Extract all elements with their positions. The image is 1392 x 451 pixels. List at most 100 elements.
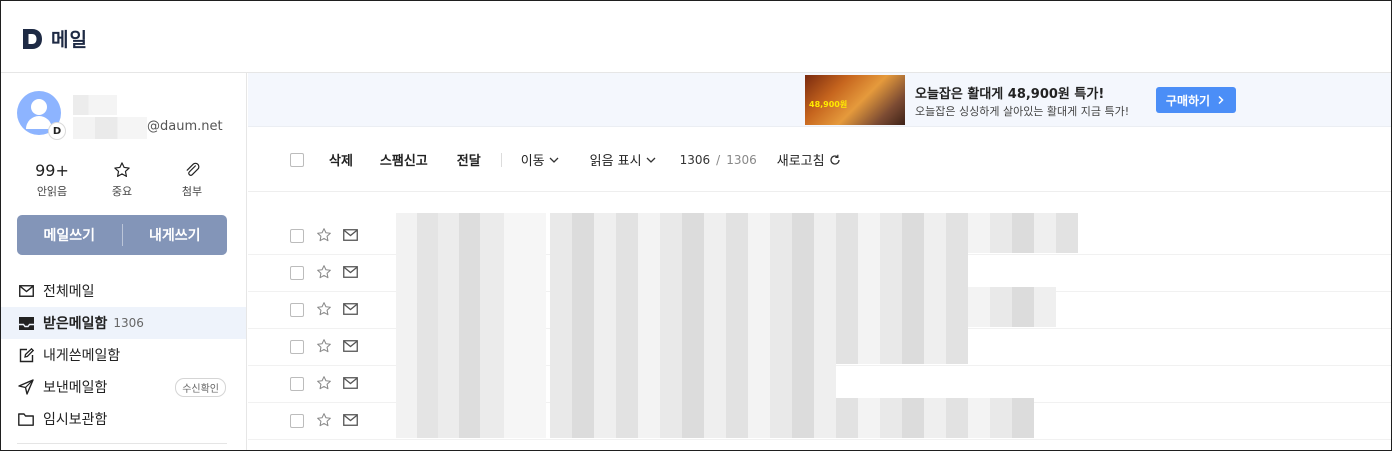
report-spam-button[interactable]: 스팸신고 [380, 150, 428, 169]
mail-count: 1306 [679, 152, 711, 167]
toolbar-divider [500, 152, 502, 167]
sidebar-item-self-mail[interactable]: 내게쓴메일함 [1, 339, 246, 371]
sidebar-item-label: 임시보관함 [43, 412, 108, 428]
write-to-self-button[interactable]: 내게쓰기 [123, 225, 228, 245]
refresh-button[interactable]: 새로고침 [777, 150, 841, 169]
envelope-icon[interactable] [343, 266, 358, 278]
sidebar-item-all-mail[interactable]: 전체메일 [1, 275, 246, 307]
profile-email-redacted [73, 117, 147, 139]
star-icon[interactable] [316, 375, 332, 391]
ad-buy-label: 구매하기 [1165, 93, 1211, 108]
daum-mail-logo[interactable]: 메일 [21, 25, 88, 52]
row-checkbox[interactable] [290, 266, 304, 280]
memo-icon [19, 347, 34, 362]
ad-thumb-price: 48,900원 [809, 100, 848, 109]
sidebar-item-inbox[interactable]: 받은메일함 1306 [1, 307, 246, 339]
profile-email-domain: @daum.net [147, 119, 223, 134]
select-all-checkbox[interactable] [290, 152, 304, 167]
mail-list [248, 213, 1391, 440]
sender-redacted [396, 324, 546, 364]
subject-redacted [550, 398, 1034, 438]
mail-toolbar: 삭제 스팸신고 전달 이동 읽음 표시 1306 / 1306 새로고침 [248, 128, 1391, 192]
refresh-label: 새로고침 [776, 154, 825, 169]
row-checkbox[interactable] [290, 414, 304, 428]
read-receipt-badge[interactable]: 수신확인 [175, 377, 226, 397]
stat-important-label: 중요 [111, 185, 133, 198]
stat-attachment[interactable]: 첨부 [157, 159, 227, 199]
avatar[interactable]: D [17, 91, 66, 140]
sidebar-divider [17, 443, 227, 444]
ad-title[interactable]: 오늘잡은 활대게 48,900원 특가! [915, 83, 1104, 102]
sender-redacted [396, 213, 546, 253]
star-icon[interactable] [316, 412, 332, 428]
envelope-icon[interactable] [343, 229, 358, 241]
refresh-icon [829, 154, 840, 165]
stat-important[interactable]: 중요 [87, 159, 157, 199]
ad-buy-button[interactable]: 구매하기 [1156, 87, 1236, 113]
main-content: 48,900원 오늘잡은 활대게 48,900원 특가! 오늘잡은 싱싱하게 살… [248, 73, 1391, 450]
mail-total: 1306 [726, 152, 757, 167]
avatar-head-shape [31, 99, 47, 115]
avatar-badge: D [48, 122, 66, 140]
compose-button[interactable]: 메일쓰기 [17, 225, 122, 245]
star-icon[interactable] [316, 301, 332, 317]
chevron-down-icon [646, 157, 656, 163]
sidebar-item-label: 보낸메일함 [43, 380, 108, 396]
sender-redacted [396, 287, 546, 327]
folder-nav: 전체메일 받은메일함 1306 내게쓴메일함 보낸메일함 수신확인 임시보관함 [1, 275, 246, 435]
app-title: 메일 [51, 29, 88, 51]
app-window: 메일 D @daum.net 99+ 안읽음 중요 첨부 메일쓰기 내게쓰기 전… [0, 0, 1392, 451]
star-icon[interactable] [316, 227, 332, 243]
inbox-count: 1306 [113, 316, 144, 330]
mark-read-label: 읽음 표시 [589, 154, 642, 169]
sidebar-item-label: 받은메일함 [43, 316, 108, 332]
mail-stats: 99+ 안읽음 중요 첨부 [17, 159, 227, 199]
ad-banner[interactable]: 48,900원 오늘잡은 활대게 48,900원 특가! 오늘잡은 싱싱하게 살… [248, 73, 1391, 127]
send-icon [18, 379, 34, 395]
envelope-icon [18, 285, 34, 297]
ad-subtitle: 오늘잡은 싱싱하게 살아있는 활대게 지금 특가! [915, 105, 1130, 118]
stat-unread[interactable]: 99+ 안읽음 [17, 159, 87, 199]
stat-unread-label: 안읽음 [36, 185, 68, 198]
inbox-icon [18, 316, 34, 330]
row-checkbox[interactable] [290, 377, 304, 391]
count-divider: / [716, 152, 721, 167]
sender-redacted [396, 250, 546, 290]
compose-group: 메일쓰기 내게쓰기 [17, 215, 227, 255]
row-checkbox[interactable] [290, 303, 304, 317]
delete-button[interactable]: 삭제 [329, 150, 353, 169]
move-dropdown[interactable]: 이동 [521, 150, 559, 169]
top-bar: 메일 [1, 1, 1391, 73]
sidebar-item-drafts[interactable]: 임시보관함 [1, 403, 246, 435]
envelope-icon[interactable] [343, 414, 358, 426]
mark-read-dropdown[interactable]: 읽음 표시 [590, 150, 656, 169]
sidebar-item-label: 내게쓴메일함 [43, 348, 121, 364]
chevron-down-icon [549, 157, 559, 163]
envelope-icon[interactable] [343, 377, 358, 389]
forward-button[interactable]: 전달 [457, 150, 481, 169]
paperclip-icon [186, 162, 200, 176]
profile-name-redacted [73, 95, 117, 115]
folder-icon [18, 412, 34, 426]
envelope-icon[interactable] [343, 340, 358, 352]
sender-redacted [396, 398, 546, 438]
sidebar-item-sent[interactable]: 보낸메일함 수신확인 [1, 371, 246, 403]
mail-row[interactable] [248, 398, 1391, 440]
subject-redacted [550, 287, 1056, 327]
stat-attachment-label: 첨부 [181, 185, 203, 198]
subject-redacted [550, 250, 968, 290]
sidebar-item-label: 전체메일 [43, 284, 95, 300]
daum-d-logo-icon [23, 28, 42, 49]
envelope-icon[interactable] [343, 303, 358, 315]
move-label: 이동 [520, 154, 545, 169]
row-checkbox[interactable] [290, 229, 304, 243]
subject-redacted [550, 213, 1078, 253]
star-icon[interactable] [316, 338, 332, 354]
unread-count: 99+ [35, 160, 69, 180]
sender-redacted [396, 361, 546, 401]
row-checkbox[interactable] [290, 340, 304, 354]
star-icon [114, 162, 130, 177]
star-icon[interactable] [316, 264, 332, 280]
ad-thumbnail[interactable]: 48,900원 [805, 75, 905, 125]
subject-redacted [550, 361, 836, 401]
